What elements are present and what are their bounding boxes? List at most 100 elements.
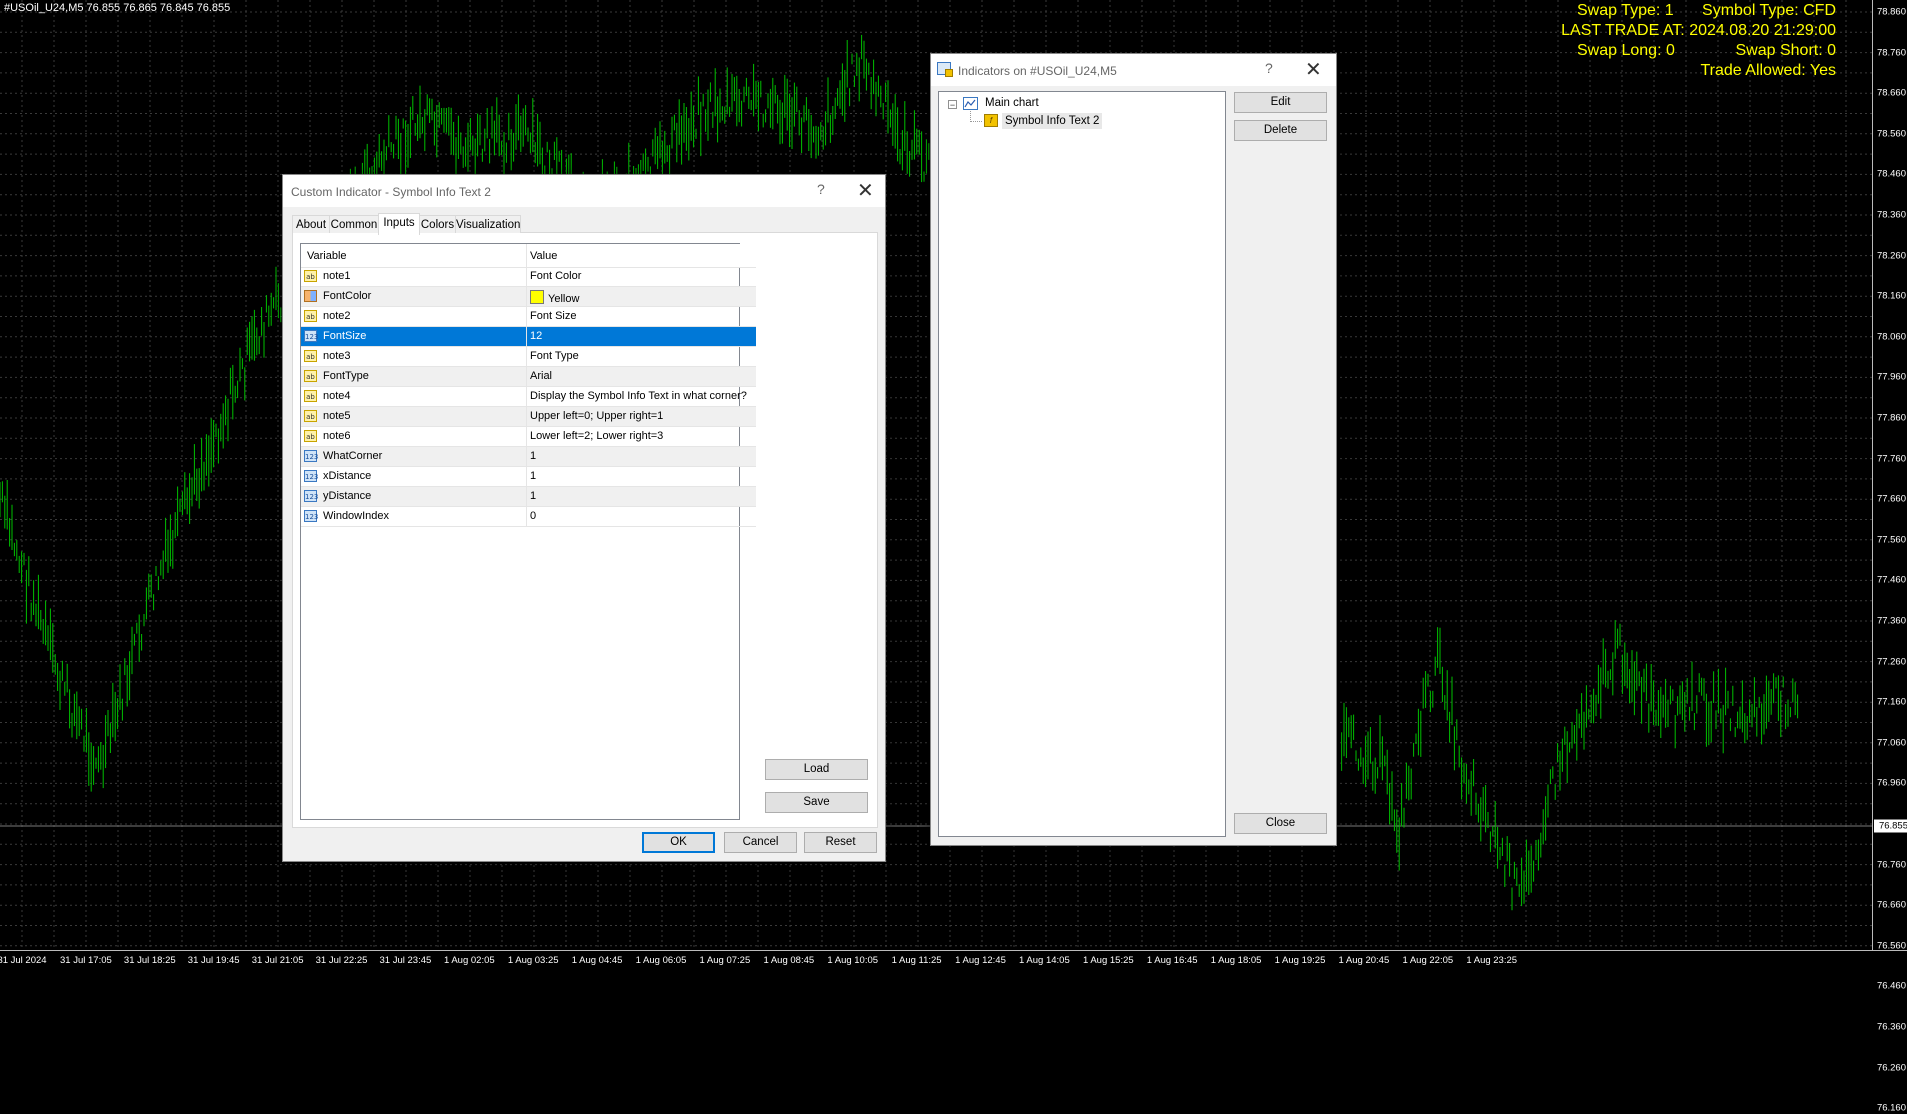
price-tick-label: 78.260: [1876, 250, 1906, 262]
variable-name: note5: [323, 410, 351, 422]
time-tick-label: 1 Aug 20:45: [1338, 955, 1390, 966]
table-row[interactable]: 123 yDistance 1: [301, 487, 756, 507]
variable-value[interactable]: Font Color: [530, 270, 581, 282]
numeric-type-icon: 123: [304, 330, 318, 342]
time-tick-label: 1 Aug 23:25: [1466, 955, 1518, 966]
price-tick-label: 78.360: [1876, 209, 1906, 221]
variable-name: note3: [323, 350, 351, 362]
column-divider: [526, 407, 527, 427]
symbol-type-text: Symbol Type: CFD: [1702, 2, 1836, 19]
inputs-table[interactable]: Variable Value ab note1 Font Color FontColo…: [300, 243, 756, 820]
help-icon[interactable]: ?: [817, 181, 825, 197]
time-tick-label: 1 Aug 12:45: [955, 955, 1006, 966]
table-row[interactable]: ab FontType Arial: [301, 367, 756, 387]
collapse-icon[interactable]: −: [948, 100, 957, 110]
dialog-title-bar[interactable]: Custom Indicator - Symbol Info Text 2 ? …: [283, 175, 885, 207]
variable-value[interactable]: Lower left=2; Lower right=3: [530, 430, 663, 442]
price-axis[interactable]: 78.860 78.760 78.660 78.560 78.460 78.360 78.2…: [1872, 0, 1907, 1114]
time-tick-label: 31 Jul 23:45: [379, 955, 432, 966]
price-tick-label: 77.360: [1876, 615, 1906, 627]
string-type-icon: ab: [304, 310, 317, 322]
dialog-title-bar[interactable]: Indicators on #USOil_U24,M5 ? ✕: [931, 54, 1336, 86]
variable-value[interactable]: 1: [530, 490, 536, 502]
close-icon[interactable]: ✕: [857, 178, 874, 203]
column-divider: [526, 387, 527, 407]
table-row[interactable]: ab note1 Font Color: [301, 267, 756, 287]
column-divider: [526, 367, 527, 387]
column-divider: [526, 327, 527, 347]
string-type-icon: ab: [304, 410, 317, 422]
time-tick-label: 1 Aug 03:25: [507, 955, 559, 966]
save-button[interactable]: Save: [765, 792, 868, 813]
price-tick-label: 77.160: [1876, 696, 1906, 708]
tree-item-main-chart[interactable]: Main chart: [985, 97, 1039, 109]
variable-name: note2: [323, 310, 351, 322]
variable-value[interactable]: Yellow: [530, 290, 579, 305]
variable-name: WhatCorner: [323, 450, 383, 462]
price-tick-label: 76.260: [1876, 1062, 1906, 1074]
table-row[interactable]: 123 WindowIndex 0: [301, 507, 756, 527]
variable-value[interactable]: 1: [530, 450, 536, 462]
chart-header-quote: #USOil_U24,M5 76.855 76.865 76.845 76.85…: [4, 2, 231, 14]
custom-indicator-dialog: Custom Indicator - Symbol Info Text 2 ? …: [282, 174, 886, 862]
table-header: Variable Value: [301, 244, 756, 268]
price-tick-label: 76.160: [1876, 1102, 1906, 1114]
ok-button[interactable]: OK: [642, 832, 715, 853]
price-tick-label: 77.860: [1876, 412, 1906, 424]
table-row[interactable]: ab note3 Font Type: [301, 347, 756, 367]
variable-value[interactable]: Upper left=0; Upper right=1: [530, 410, 663, 422]
cancel-button[interactable]: Cancel: [724, 832, 797, 853]
price-tick-label: 78.860: [1876, 6, 1906, 18]
reset-button[interactable]: Reset: [804, 832, 877, 853]
help-icon[interactable]: ?: [1265, 60, 1273, 76]
variable-value[interactable]: Font Type: [530, 350, 579, 362]
tab-about[interactable]: About: [292, 215, 330, 233]
delete-button[interactable]: Delete: [1234, 120, 1327, 141]
tab-common[interactable]: Common: [329, 215, 379, 233]
variable-name: note1: [323, 270, 351, 282]
tab-inputs[interactable]: Inputs: [378, 213, 420, 235]
price-tick-label: 78.560: [1876, 128, 1906, 140]
table-row[interactable]: 123 FontSize 12: [301, 327, 756, 347]
variable-value[interactable]: 1: [530, 470, 536, 482]
table-row[interactable]: ab note4 Display the Symbol Info Text in w…: [301, 387, 756, 407]
variable-value[interactable]: 12: [530, 330, 542, 342]
numeric-type-icon: 123: [304, 510, 318, 522]
price-tick-label: 76.660: [1876, 899, 1906, 911]
price-tick-label: 78.460: [1876, 168, 1906, 180]
time-tick-label: 31 Jul 18:25: [123, 955, 176, 966]
variable-value[interactable]: Display the Symbol Info Text in what cor…: [530, 390, 747, 402]
tree-item-symbol-info-text-2[interactable]: Symbol Info Text 2: [1002, 113, 1103, 129]
dialog-title: Custom Indicator - Symbol Info Text 2: [291, 185, 491, 199]
time-tick-label: 1 Aug 04:45: [571, 955, 623, 966]
time-tick-label: 31 Jul 21:05: [251, 955, 304, 966]
tab-visualization[interactable]: Visualization: [455, 215, 521, 233]
table-row[interactable]: FontColor Yellow: [301, 287, 756, 307]
variable-name: FontType: [323, 370, 369, 382]
variable-value[interactable]: 0: [530, 510, 536, 522]
table-row[interactable]: 123 WhatCorner 1: [301, 447, 756, 467]
time-axis[interactable]: 31 Jul 2024 31 Jul 17:05 31 Jul 18:25 31 Ju…: [0, 950, 1907, 974]
close-button[interactable]: Close: [1234, 813, 1327, 834]
chart-window-icon: [963, 97, 978, 110]
indicators-tree[interactable]: − Main chart f Symbol Info Text 2: [938, 91, 1226, 837]
color-name: Yellow: [548, 293, 580, 305]
load-button[interactable]: Load: [765, 759, 868, 780]
tab-colors[interactable]: Colors: [419, 215, 456, 233]
time-tick-label: 1 Aug 08:45: [763, 955, 815, 966]
variable-value[interactable]: Arial: [530, 370, 552, 382]
close-icon[interactable]: ✕: [1305, 57, 1322, 82]
table-row[interactable]: ab note2 Font Size: [301, 307, 756, 327]
price-tick-label: 77.060: [1876, 737, 1906, 749]
last-trade-text: LAST TRADE AT: 2024.08.20 21:29:00: [1561, 22, 1836, 39]
edit-button[interactable]: Edit: [1234, 92, 1327, 113]
table-row[interactable]: 123 xDistance 1: [301, 467, 756, 487]
table-row[interactable]: ab note5 Upper left=0; Upper right=1: [301, 407, 756, 427]
column-header-value[interactable]: Value: [530, 250, 557, 262]
table-row[interactable]: ab note6 Lower left=2; Lower right=3: [301, 427, 756, 447]
string-type-icon: ab: [304, 390, 317, 402]
column-divider: [526, 244, 527, 267]
column-divider: [526, 507, 527, 527]
variable-value[interactable]: Font Size: [530, 310, 576, 322]
column-header-variable[interactable]: Variable: [307, 250, 347, 262]
